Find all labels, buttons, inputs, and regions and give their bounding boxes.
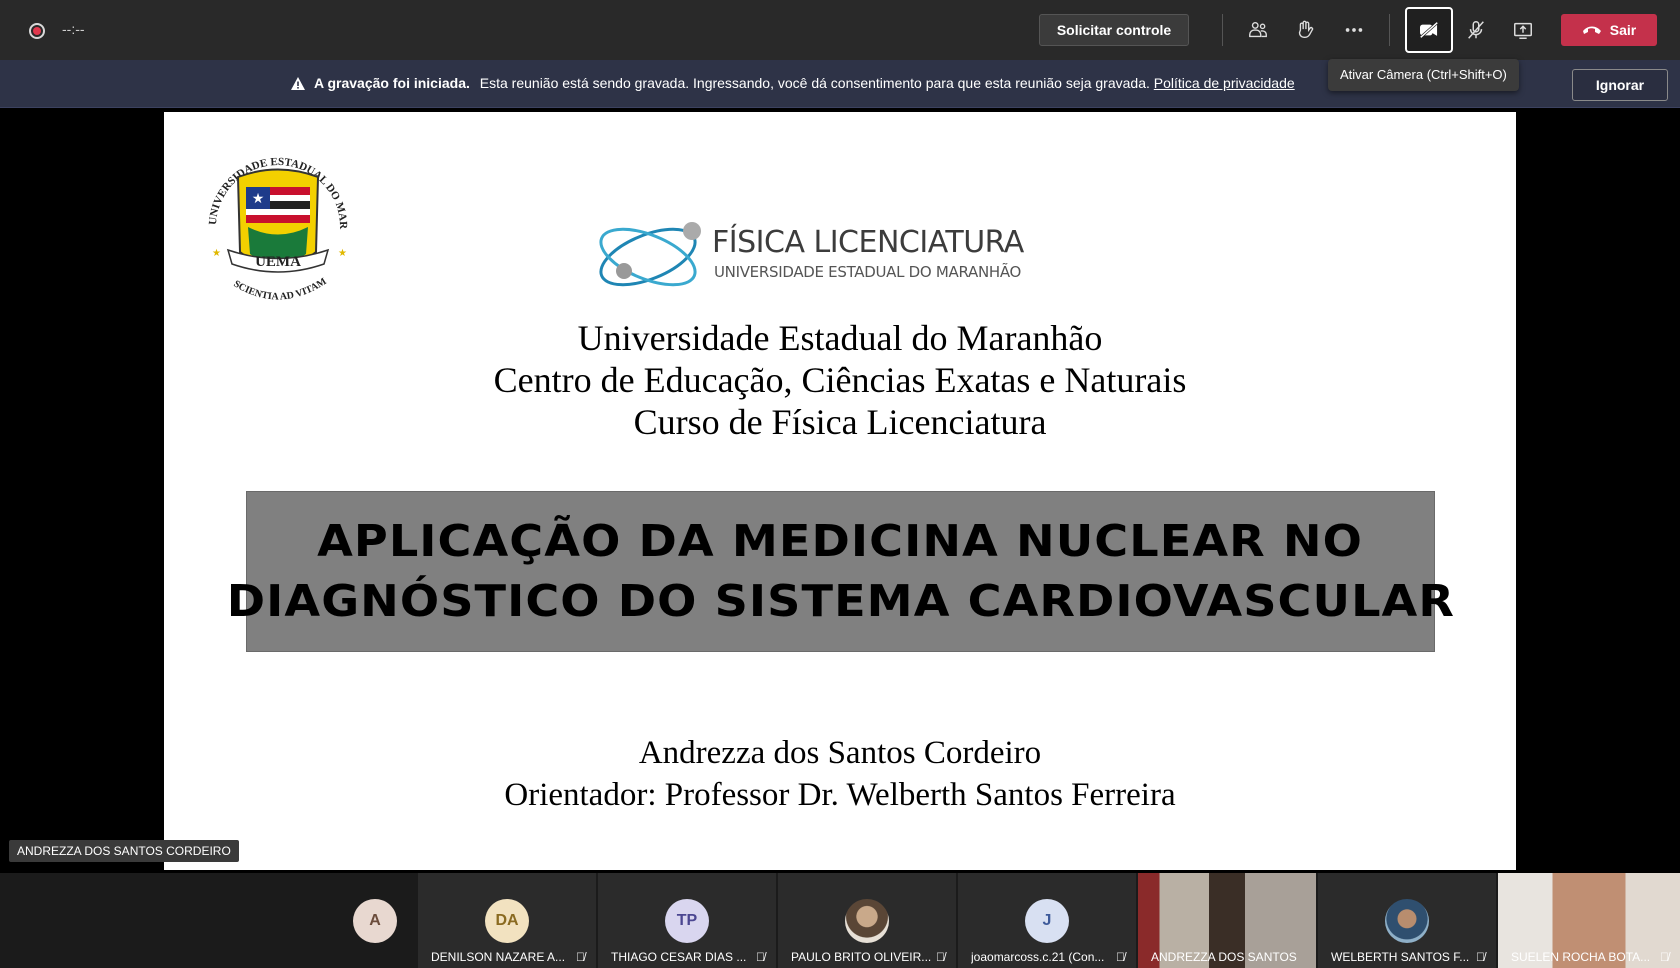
participant-tile[interactable]: J joaomarcoss.c.21 (Con... 🎙̸: [958, 873, 1136, 968]
camera-tooltip: Ativar Câmera (Ctrl+Shift+O): [1328, 59, 1519, 91]
svg-text:★: ★: [212, 248, 221, 259]
meeting-controls-bar: --:-- Solicitar controle Sair: [0, 0, 1680, 60]
more-options-button[interactable]: [1334, 10, 1374, 50]
participant-video-tile[interactable]: ANDREZZA DOS SANTOS ...: [1138, 873, 1316, 968]
atom-icon: [599, 222, 701, 287]
advisor-name: Orientador: Professor Dr. Welberth Santo…: [504, 777, 1176, 813]
camera-toggle-button[interactable]: [1405, 7, 1453, 53]
author-block: Andrezza dos Santos Cordeiro Orientador:…: [164, 732, 1516, 816]
mic-muted-icon: 🎙̸: [1660, 950, 1669, 964]
leave-label: Sair: [1609, 22, 1637, 38]
participant-name: SUELEN ROCHA BOTA...: [1511, 950, 1651, 964]
svg-text:★: ★: [338, 248, 347, 259]
recording-notice-text: A gravação foi iniciada. Esta reunião es…: [314, 75, 1295, 91]
participant-name: THIAGO CESAR DIAS ...: [611, 950, 747, 964]
course-name: Curso de Física Licenciatura: [633, 402, 1047, 442]
share-screen-button[interactable]: [1503, 10, 1543, 50]
university-name: Universidade Estadual do Maranhão: [577, 318, 1103, 358]
warning-icon: [291, 77, 305, 90]
mic-muted-icon: 🎙̸: [1116, 950, 1125, 964]
participant-name: DENILSON NAZARE A...: [431, 950, 566, 964]
divider: [1389, 14, 1390, 46]
avatar: TP: [665, 899, 709, 943]
recording-notice-message: Esta reunião está sendo gravada. Ingress…: [479, 75, 1150, 91]
mic-off-icon: [1468, 21, 1484, 39]
seal-name: UEMA: [255, 254, 301, 270]
privacy-policy-link[interactable]: Política de privacidade: [1154, 75, 1295, 91]
microphone-toggle-button[interactable]: [1456, 10, 1496, 50]
uema-seal-logo: UNIVERSIDADE ESTADUAL DO MARANHÃO ★ UEMA…: [198, 132, 349, 303]
hand-icon: [1298, 20, 1314, 39]
physics-logo-subtitle: UNIVERSIDADE ESTADUAL DO MARANHÃO: [714, 263, 1022, 281]
institution-block: Universidade Estadual do Maranhão Centro…: [164, 317, 1516, 443]
participant-name: joaomarcoss.c.21 (Con...: [971, 950, 1105, 964]
mic-muted-icon: 🎙̸: [1476, 950, 1485, 964]
presentation-title-line1: Aplicação da Medicina Nuclear no: [317, 515, 1364, 567]
presentation-title-banner: Aplicação da Medicina Nuclear no Diagnós…: [226, 491, 1454, 652]
physics-course-logo: FÍSICA LICENCIATURA UNIVERSIDADE ESTADUA…: [596, 215, 1036, 305]
seal-motto: SCIENTIA AD VITAM: [232, 276, 329, 303]
svg-text:SCIENTIA AD VITAM: SCIENTIA AD VITAM: [232, 276, 329, 303]
ellipsis-icon: [1345, 28, 1363, 32]
participant-tile[interactable]: DA DENILSON NAZARE A... 🎙̸: [418, 873, 596, 968]
author-name: Andrezza dos Santos Cordeiro: [638, 735, 1042, 771]
shared-slide: UNIVERSIDADE ESTADUAL DO MARANHÃO ★ UEMA…: [164, 112, 1516, 870]
mic-muted-icon: 🎙̸: [576, 950, 585, 964]
people-icon: [1249, 21, 1267, 38]
avatar: J: [1025, 899, 1069, 943]
request-control-button[interactable]: Solicitar controle: [1039, 14, 1189, 46]
mic-muted-icon: 🎙̸: [936, 950, 945, 964]
participant-name: WELBERTH SANTOS F...: [1331, 950, 1470, 964]
share-icon: [1514, 22, 1532, 39]
recording-icon: [29, 23, 45, 39]
avatar-photo: [845, 899, 889, 943]
avatar-photo: [1385, 899, 1429, 943]
raise-hand-button[interactable]: [1285, 10, 1325, 50]
dismiss-notice-button[interactable]: Ignorar: [1572, 69, 1668, 101]
participant-name: PAULO BRITO OLIVEIR...: [791, 950, 932, 964]
meeting-timer: --:--: [62, 21, 85, 37]
recording-notice-title: A gravação foi iniciada.: [314, 75, 470, 91]
leave-button[interactable]: Sair: [1561, 14, 1657, 46]
participant-name: ANDREZZA DOS SANTOS ...: [1151, 950, 1301, 964]
avatar: A: [353, 899, 397, 943]
participants-button[interactable]: [1238, 10, 1278, 50]
presentation-title-line2: Diagnóstico do Sistema Cardiovascular: [226, 575, 1455, 627]
presenter-name-tag: ANDREZZA DOS SANTOS CORDEIRO: [9, 840, 239, 862]
physics-logo-title: FÍSICA LICENCIATURA: [712, 225, 1024, 260]
camera-off-icon: [1419, 21, 1439, 39]
avatar: DA: [485, 899, 529, 943]
mic-muted-icon: 🎙̸: [756, 950, 765, 964]
participant-tile[interactable]: TP THIAGO CESAR DIAS ... 🎙̸: [598, 873, 776, 968]
hang-up-icon: [1582, 26, 1601, 34]
svg-text:★: ★: [252, 190, 265, 206]
center-name: Centro de Educação, Ciências Exatas e Na…: [493, 360, 1187, 400]
participant-strip: A DA DENILSON NAZARE A... 🎙̸ TP THIAGO C…: [0, 873, 1680, 968]
participant-video-tile[interactable]: SUELEN ROCHA BOTA... 🎙̸: [1498, 873, 1680, 968]
divider: [1222, 14, 1223, 46]
participant-tile[interactable]: PAULO BRITO OLIVEIR... 🎙̸: [778, 873, 956, 968]
participant-tile[interactable]: WELBERTH SANTOS F... 🎙̸: [1318, 873, 1496, 968]
